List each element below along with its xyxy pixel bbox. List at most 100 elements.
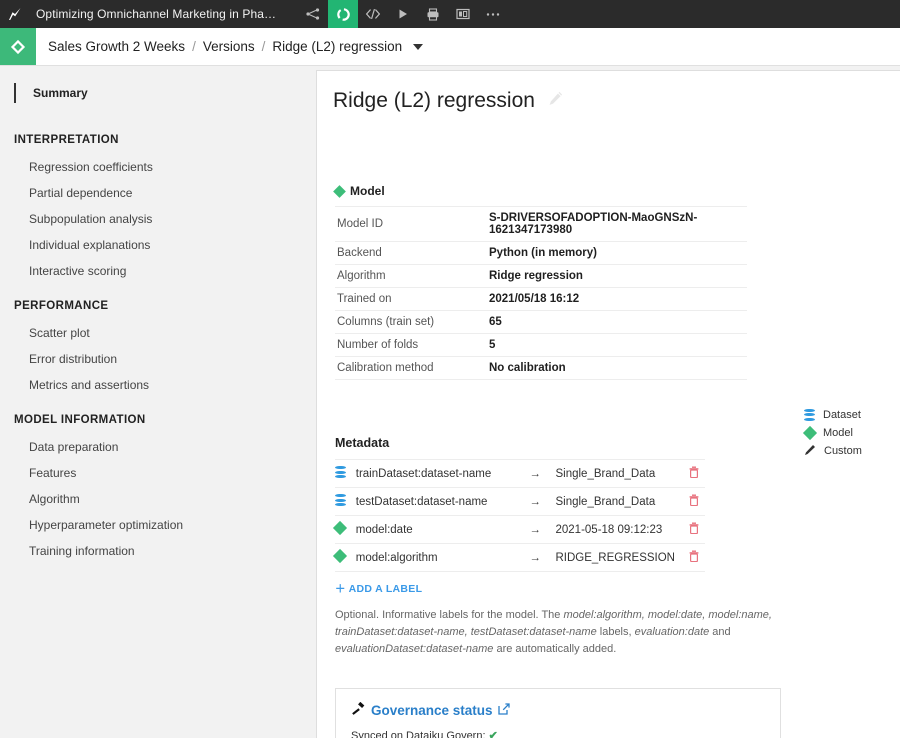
trash-icon[interactable] [683,544,705,572]
page-title: Ridge (L2) regression [333,89,535,112]
active-indicator [14,83,16,103]
page-title-row: Ridge (L2) regression [317,71,900,113]
run-icon[interactable] [388,0,418,28]
row-value: Python (in memory) [489,247,597,259]
metadata-value: Single_Brand_Data [555,467,656,480]
row-value: S-DRIVERSOFADOPTION-MaoGNSzN-16213471739… [489,212,698,236]
pencil-icon[interactable] [547,90,564,112]
governance-header[interactable]: Governance status [351,701,765,719]
dataset-icon [335,460,356,488]
dataiku-bird-icon[interactable] [0,0,30,28]
sidebar-item-subpopulation-analysis[interactable]: Subpopulation analysis [0,206,316,232]
table-row: trainDataset:dataset-name → Single_Brand… [335,459,705,488]
content: Model Model ID S-DRIVERSOFADOPTION-MaoGN… [317,184,900,738]
row-value: 2021/05/18 16:12 [489,293,580,305]
sidebar-item-algorithm[interactable]: Algorithm [0,486,316,512]
legend-label: Custom [824,444,862,457]
dataset-icon [335,488,356,516]
legend-item-model: Model [802,425,862,440]
table-row: Columns (train set) 65 [335,311,747,334]
legend-item-custom: Custom [804,443,862,458]
sidebar-item-regression-coefficients[interactable]: Regression coefficients [0,154,316,180]
row-value: No calibration [489,362,566,374]
metadata-value: RIDGE_REGRESSION [555,551,675,564]
governance-line-label: Synced on Dataiku Govern: [351,730,486,738]
breadcrumb: Sales Growth 2 Weeks / Versions / Ridge … [36,28,424,65]
more-icon[interactable] [478,0,508,28]
custom-pencil-icon [804,444,816,458]
sidebar-item-interactive-scoring[interactable]: Interactive scoring [0,258,316,284]
table-row: Backend Python (in memory) [335,242,747,265]
arrow-icon: → [529,523,541,536]
sidebar-group-heading: INTERPRETATION [14,134,119,146]
green-diamond-icon [333,184,346,198]
sidebar-group-heading: PERFORMANCE [14,300,109,312]
table-row: model:date → 2021-05-18 09:12:23 [332,516,705,544]
sidebar-item-individual-explanations[interactable]: Individual explanations [0,232,316,258]
arrow-icon: → [529,467,541,480]
sidebar-item-scatter-plot[interactable]: Scatter plot [0,320,316,346]
metadata-legend: Dataset Model Custom [802,407,862,461]
model-section-heading: Model [333,184,900,198]
metadata-table: trainDataset:dataset-name → Single_Brand… [332,459,705,572]
main-panel: Ridge (L2) regression Model Model ID S-D… [316,70,900,738]
sidebar-item-data-preparation[interactable]: Data preparation [0,434,316,460]
dataiku-diamond-icon[interactable] [0,28,36,65]
row-value: 5 [489,339,496,351]
breadcrumb-project[interactable]: Sales Growth 2 Weeks [48,39,185,54]
dashboard-icon[interactable] [448,0,478,28]
metadata-value: Single_Brand_Data [555,495,656,508]
row-key: Columns (train set) [337,316,435,328]
model-icon [332,516,356,544]
legend-label: Dataset [823,408,861,421]
sidebar-item-training-information[interactable]: Training information [0,538,316,564]
sidebar-item-features[interactable]: Features [0,460,316,486]
table-row: Number of folds 5 [335,334,747,357]
breadcrumb-model[interactable]: Ridge (L2) regression [272,39,402,54]
sidebar-item-hyperparameter-optimization[interactable]: Hyperparameter optimization [0,512,316,538]
governance-line-synced: Synced on Dataiku Govern: ✔ [351,728,765,738]
breadcrumb-versions[interactable]: Versions [203,39,255,54]
table-row: Model ID S-DRIVERSOFADOPTION-MaoGNSzN-16… [335,206,747,242]
help-italic-2: evaluation:date [634,626,710,639]
row-key: Backend [337,247,382,259]
sidebar-item-summary[interactable]: Summary [0,80,316,106]
help-part-2: labels, [596,626,635,639]
governance-panel: Governance status Synced on Dataiku Gove… [335,688,781,738]
sidebar-group-performance: PERFORMANCE Scatter plot Error distribut… [0,290,316,398]
row-value: 65 [489,316,502,328]
row-key: Model ID [337,218,384,230]
project-title[interactable]: Optimizing Omnichannel Marketing in Pha… [36,7,276,21]
table-row: Algorithm Ridge regression [335,265,747,288]
code-icon[interactable] [358,0,388,28]
sidebar-item-error-distribution[interactable]: Error distribution [0,346,316,372]
row-key: Calibration method [337,362,434,374]
model-icon [802,425,818,440]
sidebar-group-heading: MODEL INFORMATION [14,414,146,426]
model-details-table: Model ID S-DRIVERSOFADOPTION-MaoGNSzN-16… [335,206,747,380]
dataset-icon [804,408,815,421]
metadata-key: trainDataset:dataset-name [355,467,492,480]
jobs-icon[interactable] [418,0,448,28]
external-link-icon[interactable] [497,703,510,718]
model-icon [332,544,356,572]
help-part-3: and [709,626,731,639]
chevron-down-icon[interactable] [413,43,424,50]
add-label-button[interactable]: ＋ ADD A LABEL [335,581,422,596]
sidebar-item-metrics-and-assertions[interactable]: Metrics and assertions [0,372,316,398]
check-icon: ✔ [488,730,498,738]
table-row: testDataset:dataset-name → Single_Brand_… [335,488,705,516]
legend-label: Model [823,426,853,439]
sidebar-group-model-information: MODEL INFORMATION Data preparation Featu… [0,404,316,564]
gavel-icon [351,701,366,719]
top-bar: Optimizing Omnichannel Marketing in Pha… [0,0,900,28]
sidebar-item-partial-dependence[interactable]: Partial dependence [0,180,316,206]
trash-icon[interactable] [683,488,705,516]
breadcrumb-bar: Sales Growth 2 Weeks / Versions / Ridge … [0,28,900,66]
flow-icon[interactable] [298,0,328,28]
metadata-key: testDataset:dataset-name [355,495,488,508]
trash-icon[interactable] [683,516,705,544]
lab-icon[interactable] [328,0,359,28]
body: Summary INTERPRETATION Regression coeffi… [0,66,900,738]
trash-icon[interactable] [683,460,705,488]
